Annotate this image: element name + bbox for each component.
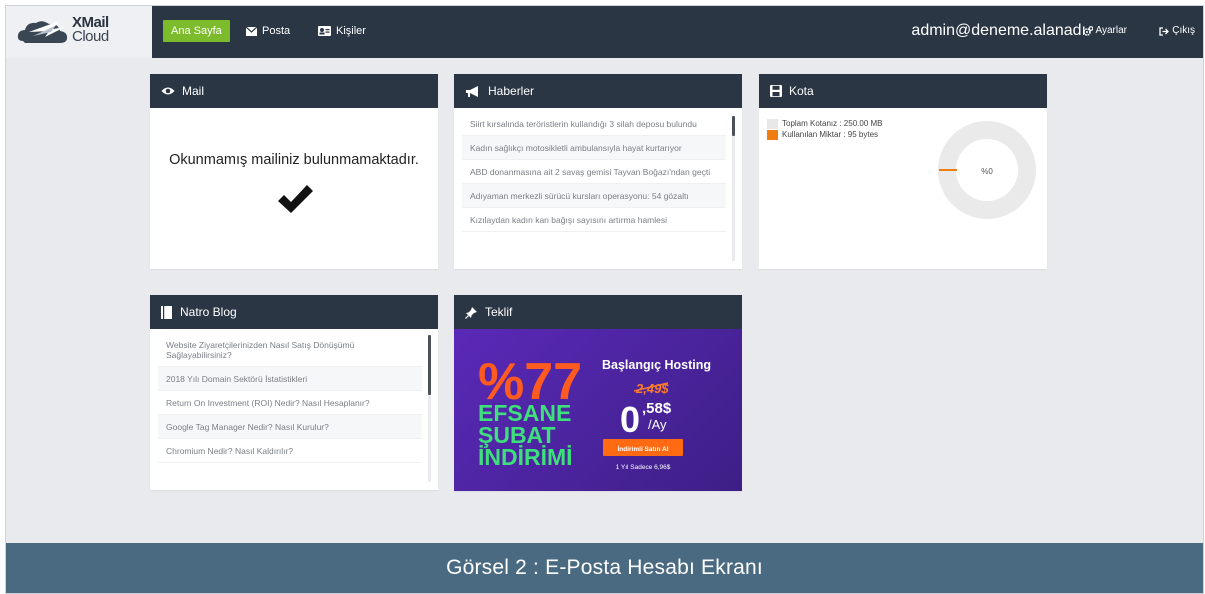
- settings-link[interactable]: Ayarlar: [1082, 20, 1128, 42]
- promo-buy-button-label[interactable]: İndirimli Satın Al: [617, 445, 668, 453]
- quota-panel-title: Kota: [789, 84, 814, 98]
- blog-item[interactable]: Return On Investment (ROI) Nedir? Nasıl …: [158, 391, 422, 415]
- news-list-container: Siirt kırsalında teröristlerin kullandığ…: [454, 108, 742, 269]
- nav-home-label: Ana Sayfa: [171, 25, 222, 37]
- promo-heading: Başlangıç Hosting: [602, 358, 711, 372]
- quota-panel: Kota Toplam Kotanız : 250.00 MB Kullanıl…: [759, 74, 1047, 269]
- nav-kisiler-link[interactable]: Kişiler: [318, 20, 366, 42]
- blog-panel-header: Natro Blog: [150, 295, 438, 329]
- mail-panel: Mail Okunmamış mailiniz bulunmamaktadır.: [150, 74, 438, 269]
- mail-panel-header: Mail: [150, 74, 438, 108]
- promo-line3: İNDİRİMİ: [478, 444, 573, 470]
- news-scrolltrack[interactable]: [732, 116, 735, 261]
- news-item[interactable]: Kadın sağlıkçı motosikletli ambulansıyla…: [462, 136, 726, 160]
- blog-item[interactable]: Website Ziyaretçilerinizden Nasıl Satış …: [158, 333, 422, 367]
- offer-panel-title: Teklif: [485, 305, 513, 319]
- nav-kisiler-label: Kişiler: [336, 25, 366, 37]
- megaphone-icon: [466, 85, 478, 97]
- envelope-icon: [246, 26, 257, 36]
- user-email: admin@deneme.alanadı: [911, 22, 1086, 39]
- logout-link[interactable]: Çıkış: [1159, 20, 1195, 42]
- blog-panel-title: Natro Blog: [180, 305, 237, 319]
- cloud-plane-icon: [17, 21, 68, 43]
- checkmark-icon: [278, 185, 313, 213]
- blog-panel: Natro Blog Website Ziyaretçilerinizden N…: [150, 295, 438, 490]
- legend-swatch-used: [767, 129, 778, 140]
- gears-icon: [1082, 26, 1093, 36]
- news-item[interactable]: Kızılaydan kadın kan bağışı sayısını art…: [462, 208, 726, 232]
- promo-new-price-int: 0: [620, 399, 640, 440]
- offer-panel: Teklif %77 EFSANE ŞUBAT İNDİRİMİ Başlang…: [454, 295, 742, 491]
- quota-panel-header: Kota: [759, 74, 1047, 108]
- promo-new-price-dec: ,58$: [642, 400, 672, 417]
- promo-per-month: /Ay: [648, 417, 667, 432]
- promo-banner[interactable]: %77 EFSANE ŞUBAT İNDİRİMİ Başlangıç Host…: [454, 329, 742, 491]
- news-item[interactable]: Adıyaman merkezli sürücü kursları operas…: [462, 184, 726, 208]
- news-item[interactable]: Siirt kırsalında teröristlerin kullandığ…: [462, 112, 726, 136]
- nav-posta-label: Posta: [262, 25, 291, 37]
- mail-panel-title: Mail: [182, 84, 205, 98]
- blog-item[interactable]: Chromium Nedir? Nasıl Kaldırılır?: [158, 439, 422, 463]
- figure-caption: Görsel 2 : E-Posta Hesabı Ekranı: [6, 543, 1203, 593]
- logo[interactable]: XMail Cloud: [6, 6, 152, 58]
- news-scrollbar-thumb[interactable]: [732, 116, 735, 136]
- logout-label: Çıkış: [1172, 25, 1195, 36]
- eye-icon: [161, 87, 175, 95]
- no-unread-message: Okunmamış mailiniz bulunmamaktadır.: [169, 152, 419, 168]
- logo-subtitle: Cloud: [72, 28, 109, 45]
- quota-used-label: Kullanılan Miktar : 95 bytes: [782, 130, 879, 139]
- news-panel: Haberler Siirt kırsalında teröristlerin …: [454, 74, 742, 269]
- pin-icon: [465, 306, 477, 319]
- quota-panel-body: Toplam Kotanız : 250.00 MB Kullanılan Mi…: [759, 108, 1047, 269]
- quota-legend: Toplam Kotanız : 250.00 MB Kullanılan Mi…: [767, 118, 883, 140]
- sign-out-icon: [1159, 26, 1170, 36]
- news-panel-title: Haberler: [488, 84, 535, 98]
- save-icon: [770, 85, 782, 97]
- blog-scrollbar-thumb[interactable]: [428, 335, 431, 395]
- quota-percent-label: %0: [981, 167, 993, 176]
- book-icon: [161, 305, 172, 319]
- contact-card-icon: [318, 26, 331, 36]
- quota-total-label: Toplam Kotanız : 250.00 MB: [782, 119, 883, 128]
- mail-panel-body: Okunmamış mailiniz bulunmamaktadır.: [150, 108, 438, 269]
- quota-donut-chart: %0: [938, 121, 1036, 219]
- promo-graphic: %77 EFSANE ŞUBAT İNDİRİMİ Başlangıç Host…: [478, 353, 711, 471]
- app-window: XMail Cloud Ana Sayfa Posta Kişiler admi…: [5, 5, 1204, 594]
- blog-item[interactable]: Google Tag Manager Nedir? Nasıl Kurulur?: [158, 415, 422, 439]
- blog-list-container: Website Ziyaretçilerinizden Nasıl Satış …: [150, 329, 438, 490]
- promo-footnote: 1 Yıl Sadece 6,96$: [616, 464, 671, 471]
- blog-item[interactable]: 2018 Yılı Domain Sektörü İstatistikleri: [158, 367, 422, 391]
- nav-home-button[interactable]: Ana Sayfa: [163, 20, 230, 42]
- offer-panel-header: Teklif: [454, 295, 742, 329]
- settings-label: Ayarlar: [1095, 25, 1128, 36]
- news-item[interactable]: ABD donanmasına ait 2 savaş gemisi Tayva…: [462, 160, 726, 184]
- top-navigation-bar: Ana Sayfa Posta Kişiler admin@deneme.ala…: [152, 6, 1203, 58]
- news-panel-header: Haberler: [454, 74, 742, 108]
- legend-swatch-total: [767, 118, 778, 129]
- nav-posta-link[interactable]: Posta: [246, 20, 290, 42]
